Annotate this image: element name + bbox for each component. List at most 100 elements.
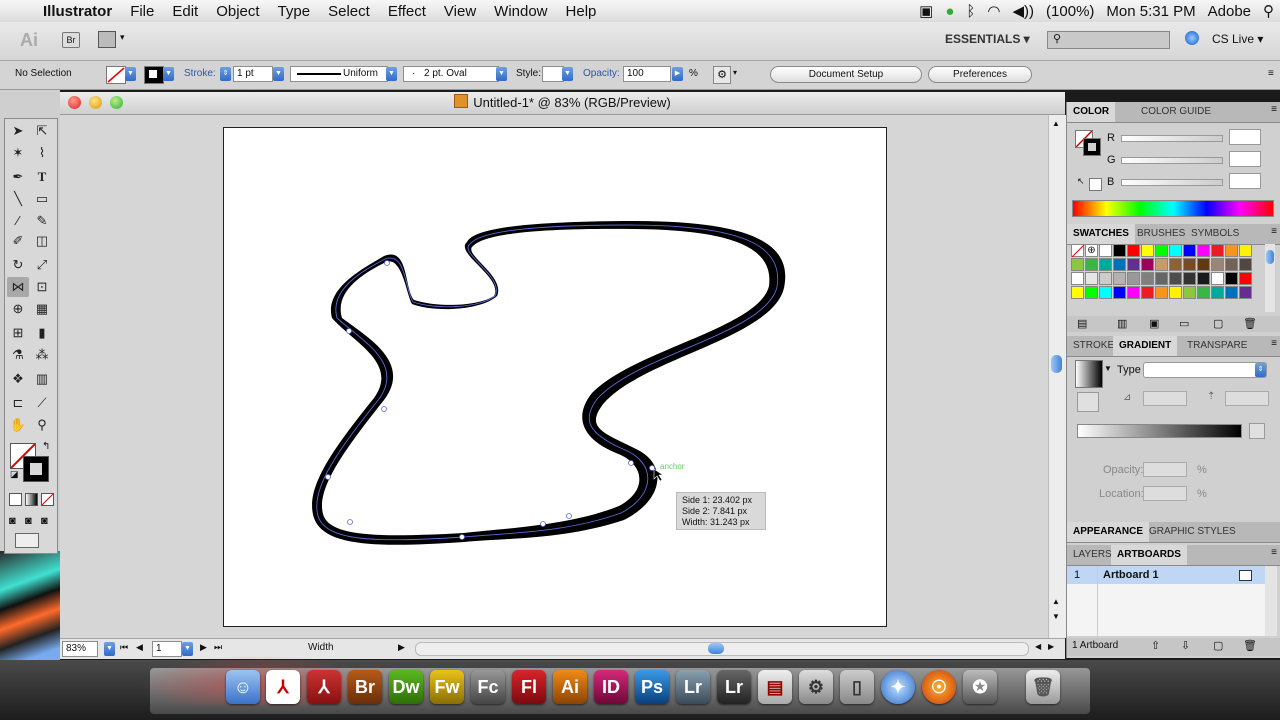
last-color-box[interactable] xyxy=(1089,178,1102,191)
swatch[interactable] xyxy=(1099,272,1112,285)
next-artboard-icon[interactable]: ▶ xyxy=(200,642,207,653)
lightroom-alt-icon[interactable]: Lr xyxy=(717,670,751,704)
swatch[interactable] xyxy=(1085,258,1098,271)
scroll-up-icon[interactable]: ▲ xyxy=(1052,597,1060,606)
previous-artboard-icon[interactable]: ◀ xyxy=(136,642,143,653)
pen-tool-icon[interactable]: ✒ xyxy=(7,167,29,187)
photoshop-icon[interactable]: Ps xyxy=(635,670,669,704)
move-up-icon[interactable]: ⇧ xyxy=(1151,639,1160,652)
anchor-point[interactable] xyxy=(628,460,634,466)
gradient-mode-icon[interactable] xyxy=(25,493,38,506)
zoom-window-icon[interactable] xyxy=(110,96,123,109)
swatch[interactable] xyxy=(1197,244,1210,257)
swatches-panel-menu-icon[interactable]: ≡ xyxy=(1271,226,1277,237)
spotlight-icon[interactable]: ⚲ xyxy=(1257,2,1280,20)
swatch[interactable] xyxy=(1141,272,1154,285)
status-menu-icon[interactable]: ▶ xyxy=(398,642,405,653)
swatch[interactable] xyxy=(1071,258,1084,271)
clock[interactable]: Mon 5:31 PM xyxy=(1100,3,1201,20)
r-slider[interactable] xyxy=(1121,135,1223,142)
swatch[interactable] xyxy=(1099,286,1112,299)
fill-dropdown[interactable]: ▼ xyxy=(125,67,136,81)
swatch[interactable] xyxy=(1113,244,1126,257)
swatch[interactable] xyxy=(1211,244,1224,257)
swatch[interactable] xyxy=(1113,272,1126,285)
anchor-point[interactable] xyxy=(346,328,352,334)
scroll-up-top-icon[interactable]: ▲ xyxy=(1052,119,1060,128)
stroke-color-swatch[interactable] xyxy=(144,66,164,84)
workspace-switcher[interactable]: ESSENTIALS ▾ xyxy=(945,32,1030,46)
show-swatch-kinds-icon[interactable]: ▥ xyxy=(1117,317,1127,330)
angle-field[interactable] xyxy=(1143,391,1187,406)
gradient-type-dropdown[interactable]: ⇕ xyxy=(1255,363,1266,377)
safari-icon[interactable]: ✦ xyxy=(881,670,915,704)
delete-artboard-icon[interactable]: 🗑 xyxy=(1243,639,1257,652)
stroke-weight-field[interactable]: 1 pt xyxy=(233,66,273,82)
profile-dropdown[interactable]: ▼ xyxy=(386,67,397,81)
horizontal-scrollbar[interactable] xyxy=(415,642,1029,656)
draw-normal-icon[interactable]: ◙ xyxy=(9,515,16,527)
anchor-point[interactable] xyxy=(566,513,572,519)
b-value-field[interactable] xyxy=(1229,173,1261,189)
artboards-scrollbar[interactable] xyxy=(1265,566,1277,636)
swatch[interactable] xyxy=(1211,286,1224,299)
variable-width-profile[interactable]: Uniform xyxy=(290,66,388,82)
artboard-options-icon[interactable] xyxy=(1239,570,1252,581)
line-tool-icon[interactable]: ╲ xyxy=(7,189,29,209)
swatch[interactable] xyxy=(1183,272,1196,285)
swatch[interactable] xyxy=(1197,286,1210,299)
draw-behind-icon[interactable]: ◙ xyxy=(25,515,32,527)
eraser-tool-icon[interactable]: ◫ xyxy=(31,231,53,251)
free-transform-tool-icon[interactable]: ⊡ xyxy=(31,277,53,297)
flash-catalyst-icon[interactable]: Fc xyxy=(471,670,505,704)
arrange-chevron-icon[interactable]: ▾ xyxy=(120,32,125,43)
tab-brushes[interactable]: BRUSHES xyxy=(1131,224,1191,244)
acrobat-reader-icon[interactable]: ⅄ xyxy=(266,670,300,704)
volume-icon[interactable]: ◀)) xyxy=(1007,2,1041,20)
opacity-label[interactable]: Opacity: xyxy=(583,68,620,79)
menu-app-name[interactable]: Illustrator xyxy=(34,3,121,20)
swatch-options-icon[interactable]: ▣ xyxy=(1149,317,1159,330)
automator-icon[interactable]: ⚙ xyxy=(799,670,833,704)
artboard-dropdown[interactable]: ▼ xyxy=(182,642,193,656)
swatch[interactable] xyxy=(1197,258,1210,271)
eyedropper-tool-icon[interactable]: ⚗ xyxy=(7,345,29,365)
swatch[interactable] xyxy=(1113,258,1126,271)
menu-type[interactable]: Type xyxy=(269,3,320,20)
pdf-document-icon[interactable]: ▤ xyxy=(758,670,792,704)
rectangle-tool-icon[interactable]: ▭ xyxy=(31,189,53,209)
indesign-icon[interactable]: ID xyxy=(594,670,628,704)
swatch[interactable] xyxy=(1169,244,1182,257)
swatch[interactable] xyxy=(1099,244,1112,257)
screen-mode-icon[interactable] xyxy=(15,533,39,548)
type-tool-icon[interactable]: T xyxy=(31,167,53,187)
g-slider[interactable] xyxy=(1121,157,1223,164)
swatch[interactable] xyxy=(1127,244,1140,257)
new-artboard-icon[interactable]: ▢ xyxy=(1213,639,1223,652)
direct-selection-tool-icon[interactable]: ⇱ xyxy=(31,121,53,141)
zoom-dropdown[interactable]: ▼ xyxy=(104,642,115,656)
perspective-grid-tool-icon[interactable]: ▦ xyxy=(31,299,53,319)
shape-builder-tool-icon[interactable]: ⊕ xyxy=(7,299,29,319)
opacity-arrow[interactable]: ▶ xyxy=(672,67,683,81)
zoom-field[interactable]: 83% xyxy=(62,641,98,657)
battery-status[interactable]: (100%) xyxy=(1040,3,1100,20)
color-spectrum-bar[interactable] xyxy=(1072,200,1274,217)
swatch[interactable] xyxy=(1169,286,1182,299)
gradient-opacity-field[interactable] xyxy=(1143,462,1187,477)
lightroom-icon[interactable]: Lr xyxy=(676,670,710,704)
swatch[interactable] xyxy=(1155,272,1168,285)
tab-gradient[interactable]: GRADIENT xyxy=(1113,336,1178,356)
swatch[interactable] xyxy=(1225,272,1238,285)
swatches-scroll-thumb[interactable] xyxy=(1266,250,1274,264)
horizontal-scroll-thumb[interactable] xyxy=(708,643,724,654)
swatch[interactable] xyxy=(1155,286,1168,299)
swatch[interactable] xyxy=(1211,258,1224,271)
scroll-left-icon[interactable]: ◀ xyxy=(1035,642,1041,651)
symbol-sprayer-tool-icon[interactable]: ❖ xyxy=(7,369,29,389)
g-value-field[interactable] xyxy=(1229,151,1261,167)
acrobat-pro-icon[interactable]: ⅄ xyxy=(307,670,341,704)
opacity-field[interactable]: 100 xyxy=(623,66,671,82)
artboard[interactable]: anchor xyxy=(223,127,887,627)
tab-appearance[interactable]: APPEARANCE xyxy=(1067,522,1150,542)
